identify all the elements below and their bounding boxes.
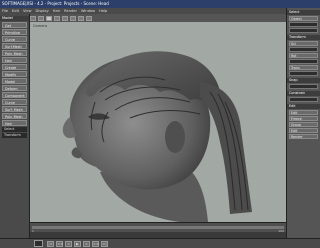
edit-2-button[interactable]: Edit — [289, 128, 318, 133]
rotate-button[interactable]: Rot — [289, 53, 318, 58]
transform-section-header: Transform — [287, 35, 320, 40]
create-button[interactable]: Create — [2, 64, 27, 70]
scale-button[interactable]: Scl — [289, 41, 318, 46]
right-panel: Select Object Transform Scl Rot Trans Sn… — [286, 8, 320, 238]
tool-strip — [0, 14, 286, 22]
edit-button[interactable]: Edit — [289, 110, 318, 115]
group-button[interactable]: Group — [289, 122, 318, 127]
head-model-render — [62, 51, 252, 222]
translate-button[interactable]: Trans — [289, 65, 318, 70]
tool-button[interactable] — [70, 15, 76, 21]
object-button[interactable]: Object — [289, 16, 318, 21]
transform-label: Transform — [2, 133, 27, 138]
tool-button[interactable] — [62, 15, 68, 21]
timeline-start: 1 — [32, 229, 34, 233]
selection-field[interactable] — [289, 22, 318, 27]
deform-button[interactable]: Deform — [2, 85, 27, 91]
component-button[interactable]: Component — [2, 92, 27, 98]
poly-mesh-modify-button[interactable]: Poly. Mesh — [2, 113, 27, 119]
render-button[interactable]: Render — [289, 134, 318, 139]
timeline-ruler[interactable] — [32, 226, 284, 229]
tool-button[interactable] — [78, 15, 84, 21]
constrain-field[interactable] — [289, 97, 318, 102]
playback-bar: |< << < ▶ > >> >| — [0, 238, 320, 248]
rewind-button[interactable]: << — [56, 240, 63, 247]
curve-modify-button[interactable]: Curve — [2, 99, 27, 105]
fast-forward-button[interactable]: >> — [92, 240, 99, 247]
snap-field[interactable] — [289, 84, 318, 89]
last-frame-button[interactable]: >| — [101, 240, 108, 247]
tool-button[interactable] — [86, 15, 92, 21]
select-panel-header: Select — [287, 10, 320, 15]
surf-mesh-modify-button[interactable]: Surf. Mesh — [2, 106, 27, 112]
step-back-button[interactable]: < — [65, 240, 72, 247]
tool-button[interactable] — [30, 15, 36, 21]
first-frame-button[interactable]: |< — [47, 240, 54, 247]
hair-button[interactable]: Hair — [2, 57, 27, 63]
poly-mesh-button[interactable]: Poly. Mesh — [2, 50, 27, 56]
scale-field[interactable] — [289, 47, 318, 52]
viewport-3d[interactable]: Camera — [30, 22, 286, 222]
model-button[interactable]: Model — [2, 78, 27, 84]
select-label: Select — [2, 127, 27, 132]
primitive-button[interactable]: Primitive — [2, 29, 27, 35]
get-button[interactable]: Get — [2, 22, 27, 28]
tool-button[interactable] — [38, 15, 44, 21]
timeline[interactable]: 1 100 — [30, 222, 286, 233]
modify-button[interactable]: Modify — [2, 71, 27, 77]
edit-section-header: Edit — [287, 104, 320, 109]
window-title: SOFTIMAGE|XSI - 4.2 - Project: Projects … — [0, 0, 320, 8]
left-toolbar: Model Get Primitive Curve Surf.Mesh Poly… — [0, 14, 30, 238]
translate-field[interactable] — [289, 71, 318, 76]
constrain-section-header: Constrain — [287, 91, 320, 96]
rotate-field[interactable] — [289, 59, 318, 64]
hair-modify-button[interactable]: Hair — [2, 120, 27, 126]
step-forward-button[interactable]: > — [83, 240, 90, 247]
play-button[interactable]: ▶ — [74, 240, 81, 247]
frame-field[interactable] — [34, 240, 43, 247]
curve-button[interactable]: Curve — [2, 36, 27, 42]
freeze-button[interactable]: Freeze — [289, 116, 318, 121]
tool-button[interactable] — [46, 15, 52, 21]
timeline-end: 100 — [278, 229, 284, 233]
snap-section-header: Snap — [287, 78, 320, 83]
selection-field[interactable] — [289, 28, 318, 33]
surf-mesh-button[interactable]: Surf.Mesh — [2, 43, 27, 49]
tool-button[interactable] — [54, 15, 60, 21]
left-toolbar-header[interactable]: Model — [0, 16, 29, 21]
